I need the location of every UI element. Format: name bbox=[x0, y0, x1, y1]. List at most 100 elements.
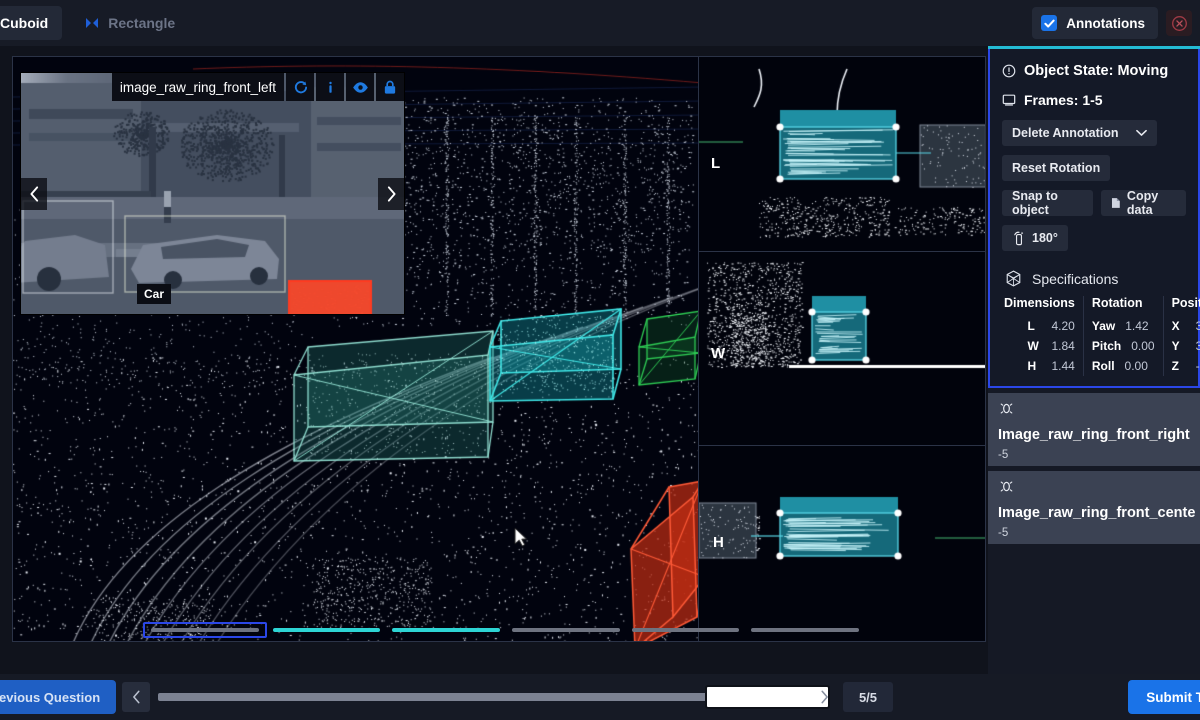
spec-group-header: Positi bbox=[1171, 296, 1200, 310]
spec-row: W 1.84 bbox=[1004, 336, 1075, 356]
camera-image bbox=[21, 73, 404, 314]
ortho-canvas-height[interactable] bbox=[699, 446, 985, 641]
reset-rotation-row: Reset Rotation bbox=[1002, 155, 1186, 181]
specifications-header: Specifications bbox=[1002, 260, 1186, 296]
rotate-180-button[interactable]: 180° bbox=[1002, 225, 1068, 251]
frame-bar bbox=[512, 628, 620, 632]
snap-to-object-button[interactable]: Snap to object bbox=[1002, 189, 1094, 217]
info-circle-icon bbox=[1002, 64, 1016, 78]
refresh-button[interactable] bbox=[286, 73, 314, 101]
annotations-checkbox[interactable] bbox=[1041, 15, 1058, 31]
cuboid-spec-icon bbox=[1006, 270, 1021, 287]
ortho-label-width: W bbox=[711, 344, 726, 362]
spec-value: 1.84 bbox=[1051, 339, 1075, 353]
lock-button[interactable] bbox=[376, 73, 404, 101]
properties-panel: Object State: Moving Frames: 1-5 Delete … bbox=[988, 46, 1200, 674]
ortho-label-length: L bbox=[711, 155, 721, 172]
info-icon bbox=[328, 81, 332, 93]
spec-value: 0.00 bbox=[1131, 339, 1155, 353]
frame-bar bbox=[272, 628, 381, 632]
eye-icon bbox=[352, 81, 368, 93]
frame-bar bbox=[631, 628, 740, 632]
spec-group: PositiX3Y30Z- bbox=[1164, 296, 1200, 376]
frame-segment[interactable] bbox=[626, 622, 746, 638]
frame-segment[interactable] bbox=[745, 622, 865, 638]
tool-tab-group: Cuboid Rectangle bbox=[0, 0, 189, 46]
tab-rectangle-label: Rectangle bbox=[108, 15, 176, 31]
ortho-view-width[interactable]: W bbox=[699, 251, 985, 447]
frame-slider[interactable] bbox=[158, 685, 830, 709]
spec-value: 1.44 bbox=[1051, 359, 1075, 373]
spec-value: 4.20 bbox=[1051, 319, 1075, 333]
snap-to-object-label: Snap to object bbox=[1012, 189, 1058, 217]
specifications-table: Dimensions L 4.20 W 1.84 H 1.44 Rotation Yaw 1.42… bbox=[1002, 296, 1200, 376]
spec-group: Dimensions L 4.20 W 1.84 H 1.44 bbox=[1002, 296, 1084, 376]
camera-list-item[interactable]: Image_raw_ring_front_cente -5 bbox=[988, 471, 1200, 544]
ortho-view-height[interactable]: H bbox=[699, 446, 985, 641]
frame-prev-button[interactable] bbox=[122, 682, 150, 712]
annotations-toggle[interactable]: Annotations bbox=[1032, 7, 1158, 39]
spec-key: L bbox=[1027, 319, 1035, 333]
spec-row: Roll 0.00 bbox=[1092, 356, 1155, 376]
reset-rotation-button[interactable]: Reset Rotation bbox=[1002, 155, 1111, 181]
spec-key: W bbox=[1027, 339, 1039, 353]
spec-value: 0.00 bbox=[1124, 359, 1148, 373]
tab-rectangle[interactable]: Rectangle bbox=[70, 6, 189, 40]
frame-timeline[interactable] bbox=[143, 622, 865, 638]
camera-next-button[interactable] bbox=[378, 177, 404, 210]
camera-overlay-panel[interactable]: image_raw_ring_front_left Car bbox=[20, 72, 405, 315]
camera-list-item[interactable]: Image_raw_ring_front_right -5 bbox=[988, 393, 1200, 466]
visibility-button[interactable] bbox=[346, 73, 374, 101]
close-button[interactable] bbox=[1166, 10, 1192, 36]
spec-value: 1.42 bbox=[1125, 319, 1149, 333]
spec-row: X3 bbox=[1172, 316, 1200, 336]
spec-row: Yaw 1.42 bbox=[1092, 316, 1155, 336]
frame-bar bbox=[392, 628, 501, 632]
frame-next-button[interactable] bbox=[810, 682, 838, 712]
spec-key: Z bbox=[1171, 359, 1179, 373]
submit-button[interactable]: Submit T bbox=[1128, 680, 1200, 714]
previous-question-button[interactable]: evious Question bbox=[0, 680, 117, 714]
tab-cuboid[interactable]: Cuboid bbox=[0, 6, 63, 40]
spec-row: Pitch 0.00 bbox=[1092, 336, 1155, 356]
specifications-label: Specifications bbox=[1032, 270, 1119, 287]
rotate-180-label: 180° bbox=[1032, 231, 1058, 245]
camera-prev-button[interactable] bbox=[21, 177, 47, 210]
delete-annotation-button[interactable]: Delete Annotation bbox=[1002, 120, 1158, 146]
annotation-detail-card: Object State: Moving Frames: 1-5 Delete … bbox=[988, 49, 1200, 388]
camera-name-label: image_raw_ring_front_left bbox=[111, 73, 284, 101]
spec-value: 3 bbox=[1195, 319, 1200, 333]
copy-data-button[interactable]: Copy data bbox=[1101, 189, 1186, 217]
ortho-canvas-length[interactable] bbox=[699, 57, 985, 251]
frame-segment[interactable] bbox=[267, 622, 387, 638]
delete-annotation-label: Delete Annotation bbox=[1012, 126, 1119, 140]
car-box-label: Car bbox=[137, 284, 172, 304]
copy-data-label: Copy data bbox=[1126, 189, 1159, 217]
lock-icon bbox=[384, 80, 396, 94]
ortho-canvas-width[interactable] bbox=[699, 251, 985, 446]
ortho-view-length[interactable]: L bbox=[699, 57, 985, 252]
frame-bar bbox=[151, 628, 259, 632]
info-button[interactable] bbox=[316, 73, 344, 101]
camera-icon bbox=[998, 403, 1015, 421]
annotations-label: Annotations bbox=[1066, 15, 1145, 31]
chevron-left-icon bbox=[132, 690, 140, 704]
spec-row: Z- bbox=[1172, 356, 1200, 376]
spec-row: H 1.44 bbox=[1004, 356, 1075, 376]
rotate-row: 180° bbox=[1002, 225, 1186, 251]
frame-bar bbox=[751, 628, 860, 632]
frame-segment[interactable] bbox=[386, 622, 506, 638]
page-indicator: 5/5 bbox=[843, 682, 893, 712]
annotation-tool-app: Cuboid Rectangle Annotations L W H image… bbox=[0, 0, 1200, 720]
rectangle-icon bbox=[84, 15, 100, 31]
camera-overlay-header: image_raw_ring_front_left bbox=[111, 73, 404, 101]
frame-segment[interactable] bbox=[506, 622, 626, 638]
frame-segment[interactable] bbox=[143, 622, 267, 638]
camera-item-name: Image_raw_ring_front_cente bbox=[998, 505, 1196, 521]
ortho-views-column: L W H bbox=[698, 57, 985, 641]
spec-key: Yaw bbox=[1091, 319, 1116, 333]
spec-group-header: Rotation bbox=[1091, 296, 1143, 310]
spec-value: 30 bbox=[1195, 339, 1200, 353]
tab-cuboid-label: Cuboid bbox=[0, 15, 49, 31]
frames-label: Frames: 1-5 bbox=[1024, 92, 1103, 108]
